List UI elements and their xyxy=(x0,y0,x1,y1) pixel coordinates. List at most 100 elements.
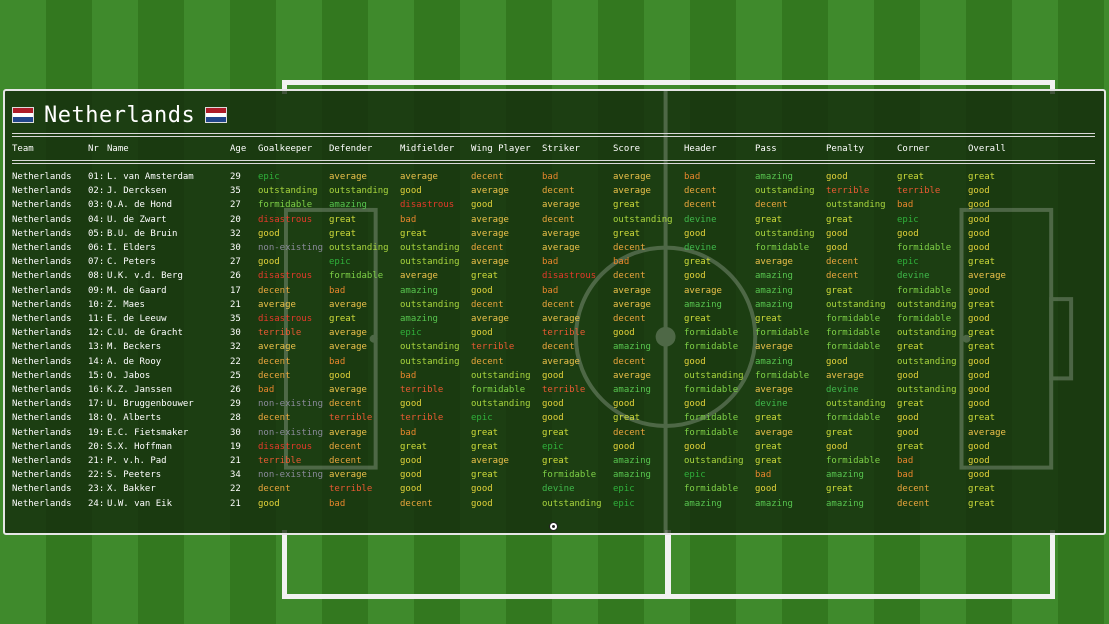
cell-overall: good xyxy=(968,214,990,225)
cell-penalty: formidable xyxy=(826,314,881,324)
cell-age: 27 xyxy=(230,257,241,268)
cell-score: great xyxy=(613,200,641,211)
cell-overall: great xyxy=(968,498,996,509)
cell-nr: 03: xyxy=(88,200,105,211)
cell-age: 28 xyxy=(230,413,241,424)
cell-age: 25 xyxy=(230,370,241,381)
cell-wing-player: great xyxy=(471,470,499,481)
cell-team: Netherlands xyxy=(12,413,72,424)
cell-team: Netherlands xyxy=(12,228,72,239)
cell-nr: 20: xyxy=(88,441,105,452)
cell-goalkeeper: average xyxy=(258,342,296,353)
cell-midfielder: amazing xyxy=(400,285,438,296)
cell-score: decent xyxy=(613,356,646,367)
cell-header: average xyxy=(684,285,722,296)
cell-pass: amazing xyxy=(755,172,793,182)
cell-overall: good xyxy=(968,470,990,481)
cell-pass: amazing xyxy=(755,285,793,296)
cell-team: Netherlands xyxy=(12,299,72,310)
cell-header: amazing xyxy=(684,498,722,509)
cell-name: X. Bakker xyxy=(107,484,156,495)
cell-nr: 07: xyxy=(88,257,105,268)
cell-nr: 19: xyxy=(88,427,105,438)
cell-goalkeeper: decent xyxy=(258,413,291,424)
cell-midfielder: good xyxy=(400,484,422,495)
cell-overall: good xyxy=(968,243,990,253)
cell-nr: 16: xyxy=(88,385,105,395)
cell-age: 20 xyxy=(230,214,241,225)
cell-corner: great xyxy=(897,172,925,182)
cell-penalty: outstanding xyxy=(826,200,886,211)
cell-pass: outstanding xyxy=(755,228,815,239)
cell-goalkeeper: terrible xyxy=(258,328,302,339)
cell-name: U. de Zwart xyxy=(107,214,167,225)
cell-team: Netherlands xyxy=(12,186,72,197)
cell-team: Netherlands xyxy=(12,370,72,381)
cell-wing-player: outstanding xyxy=(471,370,531,381)
cell-corner: good xyxy=(897,413,919,424)
cell-overall: average xyxy=(968,271,1006,282)
cell-midfielder: amazing xyxy=(400,314,438,324)
cell-overall: good xyxy=(968,456,990,466)
cell-score: bad xyxy=(613,257,630,268)
cell-defender: average xyxy=(329,385,367,395)
cell-striker: epic xyxy=(542,441,564,452)
cell-age: 29 xyxy=(230,399,241,410)
cell-midfielder: good xyxy=(400,470,422,481)
cell-age: 26 xyxy=(230,385,241,395)
cell-name: U.W. van Eik xyxy=(107,498,173,509)
cell-header: amazing xyxy=(684,299,722,310)
cell-nr: 06: xyxy=(88,243,105,253)
cell-header: decent xyxy=(684,200,717,211)
cell-penalty: good xyxy=(826,441,848,452)
cell-name: S.X. Hoffman xyxy=(107,441,173,452)
cell-defender: terrible xyxy=(329,413,373,424)
cell-header: outstanding xyxy=(684,370,744,381)
cell-goalkeeper: good xyxy=(258,228,280,239)
cell-overall: great xyxy=(968,413,996,424)
cell-goalkeeper: decent xyxy=(258,285,291,296)
cell-midfielder: bad xyxy=(400,370,417,381)
cell-nr: 05: xyxy=(88,228,105,239)
cell-defender: bad xyxy=(329,498,346,509)
cell-wing-player: terrible xyxy=(471,342,515,353)
cell-corner: outstanding xyxy=(897,328,957,339)
cell-goalkeeper: decent xyxy=(258,356,291,367)
cell-name: B.U. de Bruin xyxy=(107,228,178,239)
cell-wing-player: good xyxy=(471,200,493,211)
cell-score: decent xyxy=(613,271,646,282)
cell-striker: good xyxy=(542,413,564,424)
cell-goalkeeper: disastrous xyxy=(258,314,313,324)
cell-score: great xyxy=(613,413,641,424)
cell-pass: formidable xyxy=(755,328,810,339)
cell-goalkeeper: decent xyxy=(258,484,291,495)
column-header-name: Name xyxy=(107,144,129,154)
cell-pass: great xyxy=(755,413,783,424)
cell-striker: bad xyxy=(542,172,559,182)
cell-score: epic xyxy=(613,498,635,509)
cell-team: Netherlands xyxy=(12,172,72,182)
cell-nr: 17: xyxy=(88,399,105,410)
cell-header: formidable xyxy=(684,427,739,438)
cell-name: U. Bruggenbouwer xyxy=(107,399,194,410)
cell-striker: decent xyxy=(542,214,575,225)
cell-defender: bad xyxy=(329,356,346,367)
cell-midfielder: good xyxy=(400,456,422,466)
cell-team: Netherlands xyxy=(12,385,72,395)
cell-goalkeeper: non-existing xyxy=(258,399,324,410)
cell-overall: good xyxy=(968,399,990,410)
cell-pass: great xyxy=(755,441,783,452)
cell-name: K.Z. Janssen xyxy=(107,385,173,395)
cell-striker: average xyxy=(542,314,580,324)
cell-overall: good xyxy=(968,200,990,211)
cell-penalty: good xyxy=(826,356,848,367)
cell-striker: bad xyxy=(542,285,559,296)
cell-score: average xyxy=(613,172,651,182)
cell-name: U.K. v.d. Berg xyxy=(107,271,183,282)
cell-defender: formidable xyxy=(329,271,384,282)
header-bottom-rule xyxy=(12,160,1095,164)
cell-score: amazing xyxy=(613,342,651,353)
cell-name: I. Elders xyxy=(107,243,156,253)
cell-penalty: good xyxy=(826,243,848,253)
cell-penalty: terrible xyxy=(826,186,870,197)
